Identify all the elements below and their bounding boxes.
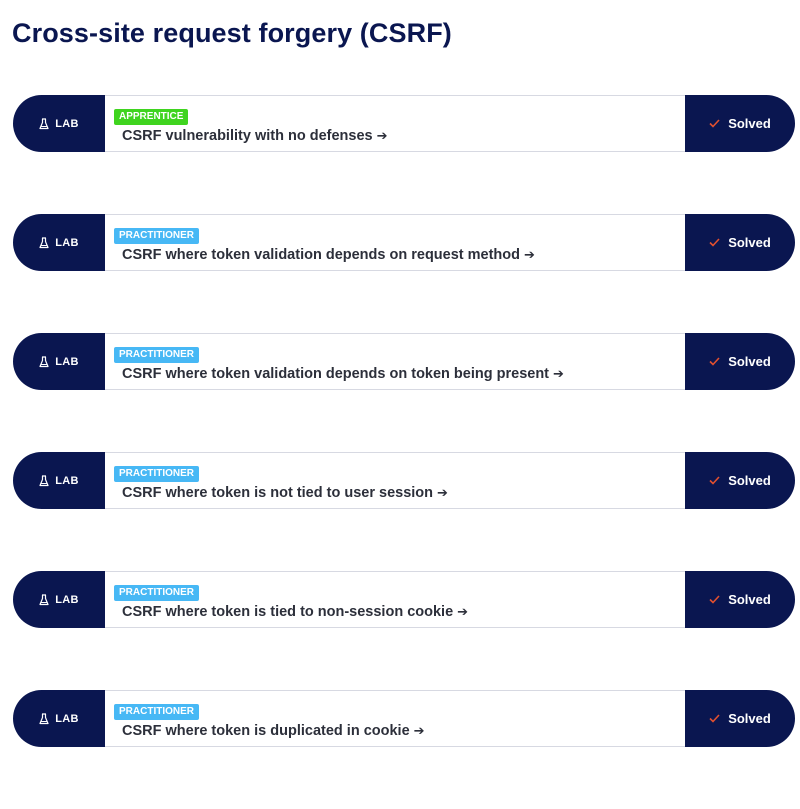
status-tag: Solved [685, 214, 795, 271]
lab-card[interactable]: LAB APPRENTICE CSRF vulnerability with n… [13, 95, 795, 152]
check-icon [709, 476, 720, 485]
lab-card[interactable]: LAB PRACTITIONER CSRF where token valida… [13, 333, 795, 390]
lab-tag: LAB [13, 333, 105, 390]
lab-card[interactable]: LAB PRACTITIONER CSRF where token is dup… [13, 690, 795, 747]
arrow-right-icon[interactable]: ➔ [457, 604, 468, 620]
flask-icon [39, 712, 49, 725]
lab-tag: LAB [13, 95, 105, 152]
lab-body: PRACTITIONER CSRF where token is not tie… [105, 452, 685, 509]
flask-icon [39, 355, 49, 368]
lab-card[interactable]: LAB PRACTITIONER CSRF where token is not… [13, 452, 795, 509]
arrow-right-icon[interactable]: ➔ [553, 366, 564, 382]
arrow-right-icon[interactable]: ➔ [377, 128, 388, 144]
level-badge: APPRENTICE [114, 109, 189, 125]
lab-body: PRACTITIONER CSRF where token is tied to… [105, 571, 685, 628]
lab-tag-label: LAB [55, 236, 79, 249]
lab-card[interactable]: LAB PRACTITIONER CSRF where token valida… [13, 214, 795, 271]
lab-title-link[interactable]: CSRF where token is duplicated in cookie [122, 723, 410, 739]
status-tag: Solved [685, 571, 795, 628]
level-badge: PRACTITIONER [114, 347, 199, 363]
check-icon [709, 595, 720, 604]
lab-title-link[interactable]: CSRF where token validation depends on r… [122, 247, 520, 263]
lab-body: APPRENTICE CSRF vulnerability with no de… [105, 95, 685, 152]
lab-title-link[interactable]: CSRF where token is not tied to user ses… [122, 485, 433, 501]
status-tag: Solved [685, 452, 795, 509]
lab-body: PRACTITIONER CSRF where token validation… [105, 333, 685, 390]
level-badge: PRACTITIONER [114, 704, 199, 720]
lab-title-link[interactable]: CSRF where token validation depends on t… [122, 366, 549, 382]
check-icon [709, 357, 720, 366]
level-badge: PRACTITIONER [114, 228, 199, 244]
arrow-right-icon[interactable]: ➔ [437, 485, 448, 501]
arrow-right-icon[interactable]: ➔ [524, 247, 535, 263]
lab-tag-label: LAB [55, 355, 79, 368]
lab-body: PRACTITIONER CSRF where token validation… [105, 214, 685, 271]
lab-tag: LAB [13, 214, 105, 271]
lab-title-link[interactable]: CSRF where token is tied to non-session … [122, 604, 453, 620]
status-tag: Solved [685, 95, 795, 152]
check-icon [709, 238, 720, 247]
status-label: Solved [728, 592, 771, 607]
arrow-right-icon[interactable]: ➔ [414, 723, 425, 739]
lab-tag: LAB [13, 571, 105, 628]
lab-tag-label: LAB [55, 474, 79, 487]
flask-icon [39, 236, 49, 249]
lab-tag-label: LAB [55, 593, 79, 606]
status-label: Solved [728, 235, 771, 250]
lab-title-link[interactable]: CSRF vulnerability with no defenses [122, 128, 373, 144]
level-badge: PRACTITIONER [114, 466, 199, 482]
status-tag: Solved [685, 690, 795, 747]
lab-card[interactable]: LAB PRACTITIONER CSRF where token is tie… [13, 571, 795, 628]
status-label: Solved [728, 116, 771, 131]
status-tag: Solved [685, 333, 795, 390]
lab-tag-label: LAB [55, 117, 79, 130]
status-label: Solved [728, 473, 771, 488]
flask-icon [39, 474, 49, 487]
status-label: Solved [728, 711, 771, 726]
check-icon [709, 119, 720, 128]
lab-body: PRACTITIONER CSRF where token is duplica… [105, 690, 685, 747]
page-title: Cross-site request forgery (CSRF) [12, 18, 452, 48]
lab-list: LAB APPRENTICE CSRF vulnerability with n… [13, 95, 795, 809]
flask-icon [39, 593, 49, 606]
flask-icon [39, 117, 49, 130]
lab-tag: LAB [13, 452, 105, 509]
status-label: Solved [728, 354, 771, 369]
lab-tag-label: LAB [55, 712, 79, 725]
level-badge: PRACTITIONER [114, 585, 199, 601]
lab-tag: LAB [13, 690, 105, 747]
check-icon [709, 714, 720, 723]
